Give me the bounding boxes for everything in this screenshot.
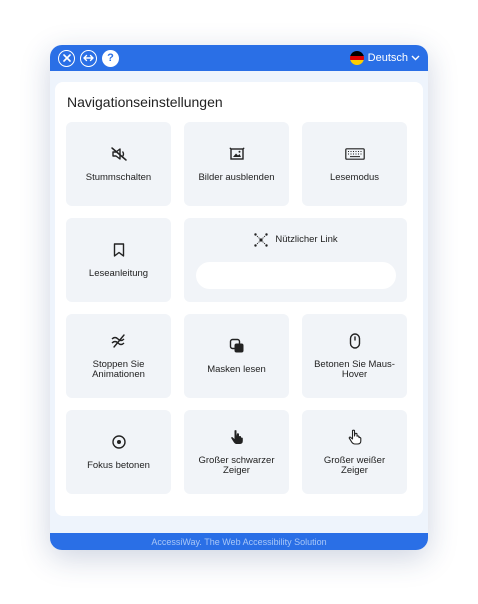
- white-hand-cursor-icon: [348, 429, 361, 445]
- focus-target-icon: [111, 435, 126, 449]
- focus-emphasis-label: Fokus betonen: [87, 459, 150, 471]
- panel-title: Navigationseinstellungen: [67, 94, 223, 110]
- mute-tile[interactable]: Stummschalten: [66, 122, 171, 206]
- hide-images-tile[interactable]: Bilder ausblenden: [184, 122, 289, 206]
- navigation-settings-panel: Navigationseinstellungen Stummschalten B…: [55, 82, 423, 516]
- stop-animations-label: Stoppen Sie Animationen: [92, 358, 145, 380]
- useful-link-input[interactable]: [195, 262, 396, 289]
- hide-image-icon: [228, 147, 245, 160]
- read-masks-tile[interactable]: Masken lesen: [184, 314, 289, 398]
- reading-mode-label: Lesemodus: [329, 171, 380, 183]
- widget-topbar: ? Deutsch: [50, 45, 428, 71]
- accessibility-widget: ? Deutsch Navigationseinstellungen Stumm…: [50, 45, 428, 550]
- big-black-cursor-label: Großer schwarzer Zeiger: [198, 454, 275, 476]
- stop-animations-tile[interactable]: Stoppen Sie Animationen: [66, 314, 171, 398]
- network-nodes-icon: [254, 233, 269, 247]
- big-white-cursor-tile[interactable]: Großer weißer Zeiger: [302, 410, 407, 494]
- focus-emphasis-tile[interactable]: Fokus betonen: [66, 410, 171, 494]
- footer-text[interactable]: AccessiWay. The Web Accessibility Soluti…: [151, 537, 326, 547]
- close-button[interactable]: [58, 49, 75, 67]
- language-selector[interactable]: Deutsch: [349, 51, 420, 65]
- hover-emphasis-tile[interactable]: Betonen Sie Maus-Hover: [302, 314, 407, 398]
- big-black-cursor-tile[interactable]: Großer schwarzer Zeiger: [184, 410, 289, 494]
- resize-button[interactable]: [80, 49, 97, 67]
- keyboard-icon: [344, 147, 365, 160]
- mute-label: Stummschalten: [85, 171, 152, 183]
- hover-emphasis-label: Betonen Sie Maus-Hover: [314, 358, 395, 380]
- mouse-icon: [349, 332, 360, 349]
- hide-images-label: Bilder ausblenden: [198, 171, 275, 183]
- language-label: Deutsch: [367, 52, 408, 64]
- speaker-mute-icon: [110, 147, 127, 161]
- reading-guide-label: Leseanleitung: [88, 267, 149, 279]
- resize-icon: [83, 54, 94, 62]
- big-white-cursor-label: Großer weißer Zeiger: [323, 454, 386, 476]
- bookmark-icon: [113, 243, 124, 257]
- close-icon: [62, 54, 71, 62]
- black-hand-cursor-icon: [230, 429, 243, 444]
- reading-guide-tile[interactable]: Leseanleitung: [66, 218, 171, 302]
- chevron-down-icon: [411, 55, 420, 61]
- read-masks-label: Masken lesen: [207, 363, 266, 375]
- useful-link-tile: Nützlicher Link: [184, 218, 407, 302]
- german-flag-icon: [349, 51, 364, 65]
- widget-footer: AccessiWay. The Web Accessibility Soluti…: [50, 533, 428, 550]
- help-button[interactable]: ?: [102, 49, 119, 67]
- waves-off-icon: [111, 333, 125, 348]
- mask-icon: [229, 338, 243, 353]
- useful-link-label: Nützlicher Link: [275, 233, 338, 245]
- help-icon: ?: [107, 52, 114, 64]
- reading-mode-tile[interactable]: Lesemodus: [302, 122, 407, 206]
